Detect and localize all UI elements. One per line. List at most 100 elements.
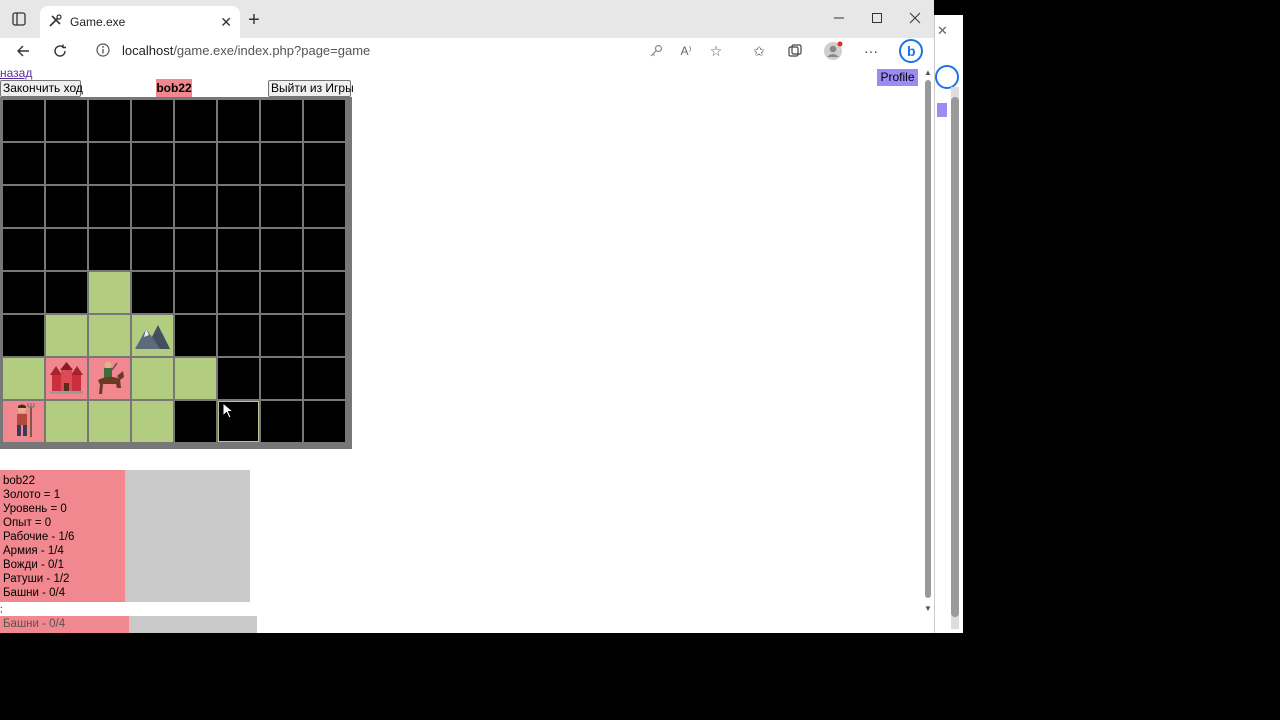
profile-button[interactable]: Profile xyxy=(877,69,918,86)
board-cell-fog[interactable] xyxy=(304,229,345,270)
board-cell-grass[interactable] xyxy=(89,272,130,313)
board-cell-fog[interactable] xyxy=(3,315,44,356)
address-bar: localhost/game.exe/index.php?page=game A… xyxy=(0,38,934,67)
board-cell-fog[interactable] xyxy=(175,186,216,227)
board-cell-fog[interactable] xyxy=(218,315,259,356)
end-turn-button[interactable]: Закончить ход xyxy=(0,80,83,97)
close-window-icon[interactable] xyxy=(906,9,924,27)
board-cell-fog[interactable] xyxy=(175,229,216,270)
collections-icon[interactable] xyxy=(786,42,804,60)
player-stats-panel: bob22 Золото = 1 Уровень = 0 Опыт = 0 Рабочи… xyxy=(0,470,250,602)
board-cell-fog[interactable] xyxy=(46,143,87,184)
board-cell-grass[interactable] xyxy=(46,401,87,442)
background-window-edge: ✕ xyxy=(934,15,963,633)
board-cell-fog[interactable] xyxy=(132,229,173,270)
board-cell-fog[interactable] xyxy=(46,272,87,313)
board-cell-fog[interactable] xyxy=(261,315,302,356)
stats-line: Башни - 0/4 xyxy=(3,587,66,599)
back-icon[interactable] xyxy=(14,42,32,60)
board-cell-fog[interactable] xyxy=(175,315,216,356)
minimize-icon[interactable] xyxy=(830,9,848,27)
board-cell-fog[interactable] xyxy=(3,186,44,227)
board-cell-grass[interactable] xyxy=(132,401,173,442)
background-profile-fragment xyxy=(937,103,947,117)
background-scrollbar xyxy=(951,87,959,629)
board-cell-fog[interactable] xyxy=(3,229,44,270)
board-cell-knight[interactable] xyxy=(89,358,130,399)
board-cell-fog[interactable] xyxy=(218,100,259,141)
url-field[interactable]: localhost/game.exe/index.php?page=game xyxy=(82,37,662,63)
tab-actions-icon[interactable] xyxy=(10,10,28,28)
board-cell-fog[interactable] xyxy=(218,143,259,184)
exit-game-button[interactable]: Выйти из Игры xyxy=(268,80,354,97)
board-cell-fog[interactable] xyxy=(261,186,302,227)
board-cell-fog[interactable] xyxy=(218,186,259,227)
board-cell-fog[interactable] xyxy=(304,315,345,356)
board-cell-fog[interactable] xyxy=(261,272,302,313)
page-scrollbar[interactable]: ▲ ▼ xyxy=(922,66,934,620)
board-cell-fog[interactable] xyxy=(89,143,130,184)
board-cell-fog[interactable] xyxy=(46,186,87,227)
board-cell-grass[interactable] xyxy=(89,401,130,442)
board-cell-fog[interactable] xyxy=(46,100,87,141)
stats-line: Золото = 1 xyxy=(3,489,61,501)
maximize-icon[interactable] xyxy=(868,9,886,27)
board-cell-fog[interactable] xyxy=(132,100,173,141)
board-cell-fog[interactable] xyxy=(89,229,130,270)
read-aloud-icon[interactable]: A⁾ xyxy=(677,42,695,60)
board-cell-fog[interactable] xyxy=(261,100,302,141)
board-cell-fog[interactable] xyxy=(175,272,216,313)
add-favorite-icon[interactable]: ☆ xyxy=(707,42,725,60)
board-cell-fog[interactable] xyxy=(132,186,173,227)
board-cell-fog[interactable] xyxy=(304,100,345,141)
board-cell-fog[interactable] xyxy=(261,401,302,442)
more-icon[interactable]: ··· xyxy=(862,42,880,60)
board-cell-grass[interactable] xyxy=(132,358,173,399)
board-cell-fog[interactable] xyxy=(261,358,302,399)
board-cell-fog[interactable] xyxy=(3,100,44,141)
key-icon[interactable] xyxy=(647,42,665,60)
board-cell-grass[interactable] xyxy=(3,358,44,399)
board-cell-grass[interactable] xyxy=(175,358,216,399)
board-cell-fog[interactable] xyxy=(261,229,302,270)
board-cell-mountain[interactable] xyxy=(132,315,173,356)
scrollbar-thumb[interactable] xyxy=(925,80,931,598)
board-cell-fog[interactable] xyxy=(304,143,345,184)
board-cell-fog[interactable] xyxy=(175,401,216,442)
back-link[interactable]: назад xyxy=(0,66,32,80)
board-cell-fog[interactable] xyxy=(89,186,130,227)
board-cell-town-hall[interactable] xyxy=(46,358,87,399)
game-board[interactable] xyxy=(0,97,352,449)
board-cell-fog[interactable] xyxy=(218,272,259,313)
info-icon[interactable] xyxy=(96,43,110,57)
separator-mark: ; xyxy=(0,604,3,614)
board-cell-grass[interactable] xyxy=(89,315,130,356)
board-cell-fog[interactable] xyxy=(3,272,44,313)
board-cell-fog[interactable] xyxy=(132,143,173,184)
refresh-icon[interactable] xyxy=(51,42,69,60)
board-cell-worker[interactable] xyxy=(3,401,44,442)
board-cell-fog[interactable] xyxy=(46,229,87,270)
board-cell-fog[interactable] xyxy=(175,100,216,141)
scroll-up-icon[interactable]: ▲ xyxy=(924,68,932,77)
page-viewport: назад Закончить ход bob22 Выйти из Игры … xyxy=(0,66,934,633)
board-cell-fog[interactable] xyxy=(175,143,216,184)
board-cell-fog[interactable] xyxy=(218,358,259,399)
board-cell-fog[interactable] xyxy=(304,186,345,227)
favorites-icon[interactable]: ✩ xyxy=(750,42,768,60)
board-cell-fog[interactable] xyxy=(261,143,302,184)
profile-avatar-icon[interactable] xyxy=(822,40,844,62)
board-cell-fog[interactable] xyxy=(132,272,173,313)
scroll-down-icon[interactable]: ▼ xyxy=(924,604,932,613)
board-cell-fog[interactable] xyxy=(218,229,259,270)
board-cell-fog[interactable] xyxy=(3,143,44,184)
board-cell-fog[interactable] xyxy=(304,358,345,399)
board-cell-grass[interactable] xyxy=(46,315,87,356)
close-tab-icon[interactable]: ✕ xyxy=(220,14,232,31)
tab-game[interactable]: Game.exe ✕ xyxy=(40,6,240,38)
new-tab-icon[interactable]: + xyxy=(245,9,263,31)
board-cell-fog[interactable] xyxy=(304,272,345,313)
bing-icon[interactable]: b xyxy=(899,39,923,63)
board-cell-fog[interactable] xyxy=(89,100,130,141)
board-cell-fog[interactable] xyxy=(304,401,345,442)
